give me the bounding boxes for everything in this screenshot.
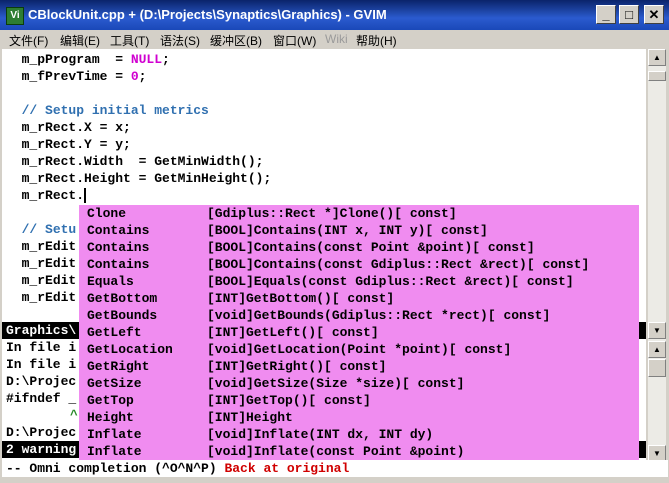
completion-item[interactable]: Contains [BOOL]Contains(const Gdiplus::Re…	[79, 256, 639, 273]
output-line: In file i	[6, 340, 77, 355]
code-line: m_rEdit	[21, 256, 77, 271]
menu-help[interactable]: 帮助(H)	[356, 32, 397, 49]
minimize-button[interactable]: _	[596, 5, 616, 24]
maximize-button[interactable]: □	[619, 5, 639, 24]
omni-completion-popup[interactable]: Clone [Gdiplus::Rect *]Clone()[ const] Co…	[79, 205, 639, 462]
menu-edit[interactable]: 编辑(E)	[60, 32, 100, 49]
scroll-up-arrow-icon[interactable]: ▲	[648, 341, 666, 358]
vertical-scrollbar[interactable]: ▲ ▼ ▲ ▼	[648, 49, 666, 462]
output-caret: ^	[70, 408, 78, 423]
command-line: -- Omni completion (^O^N^P) Back at orig…	[2, 460, 668, 477]
code-line: m_rEdit	[21, 239, 77, 254]
text-cursor	[84, 188, 87, 204]
menu-wiki[interactable]: Wiki	[325, 32, 348, 46]
menu-buffers[interactable]: 缓冲区(B)	[210, 32, 262, 49]
output-line: D:\Projec	[6, 425, 77, 440]
output-line: D:\Projec	[6, 374, 77, 389]
menu-syntax[interactable]: 语法(S)	[160, 32, 200, 49]
output-line: #ifndef _	[6, 391, 77, 406]
menu-window[interactable]: 窗口(W)	[273, 32, 316, 49]
code-line: m_rRect.Width = GetMinWidth();	[21, 154, 264, 169]
completion-item[interactable]: GetLeft [INT]GetLeft()[ const]	[79, 324, 639, 341]
completion-item[interactable]: GetLocation [void]GetLocation(Point *poin…	[79, 341, 639, 358]
completion-item[interactable]: GetBounds [void]GetBounds(Gdiplus::Rect *…	[79, 307, 639, 324]
code-line: m_pProgram = NULL;	[21, 52, 170, 67]
close-button[interactable]: ✕	[644, 5, 664, 24]
completion-item[interactable]: GetRight [INT]GetRight()[ const]	[79, 358, 639, 375]
completion-item[interactable]: Equals [BOOL]Equals(const Gdiplus::Rect &…	[79, 273, 639, 290]
code-line: m_rEdit	[21, 290, 77, 305]
gvim-app-icon[interactable]: Vi	[6, 7, 24, 25]
completion-item[interactable]: GetSize [void]GetSize(Size *size)[ const]	[79, 375, 639, 392]
menu-bar: 文件(F) 编辑(E) 工具(T) 语法(S) 缓冲区(B) 窗口(W) Wik…	[0, 30, 669, 48]
code-line: m_rEdit	[21, 273, 77, 288]
code-comment: // Setup initial metrics	[21, 103, 209, 118]
completion-item[interactable]: Inflate [void]Inflate(INT dx, INT dy)	[79, 426, 639, 443]
scroll-down-arrow-icon[interactable]: ▼	[648, 322, 666, 339]
menu-tools[interactable]: 工具(T)	[110, 32, 149, 49]
completion-item[interactable]: Inflate [void]Inflate(const Point &point)	[79, 443, 639, 460]
title-bar: Vi CBlockUnit.cpp + (D:\Projects\Synapti…	[0, 0, 669, 30]
completion-item[interactable]: Contains [BOOL]Contains(INT x, INT y)[ co…	[79, 222, 639, 239]
completion-item[interactable]: GetTop [INT]GetTop()[ const]	[79, 392, 639, 409]
code-comment: // Setu	[21, 222, 77, 237]
code-line: m_rRect.Y = y;	[21, 137, 131, 152]
scrollbar-thumb[interactable]	[648, 71, 666, 81]
completion-item[interactable]: Clone [Gdiplus::Rect *]Clone()[ const]	[79, 205, 639, 222]
scroll-up-arrow-icon[interactable]: ▲	[648, 49, 666, 66]
code-line: m_fPrevTime = 0;	[21, 69, 147, 84]
completion-item[interactable]: GetBottom [INT]GetBottom()[ const]	[79, 290, 639, 307]
window-title: CBlockUnit.cpp + (D:\Projects\Synaptics\…	[28, 7, 387, 22]
completion-item[interactable]: Contains [BOOL]Contains(const Point &poin…	[79, 239, 639, 256]
menu-file[interactable]: 文件(F)	[9, 32, 48, 49]
output-line: In file i	[6, 357, 77, 372]
completion-item[interactable]: Height [INT]Height	[79, 409, 639, 426]
code-line-current: m_rRect.	[21, 188, 87, 204]
code-line: m_rRect.X = x;	[21, 120, 131, 135]
code-line: m_rRect.Height = GetMinHeight();	[21, 171, 272, 186]
mode-message: -- Omni completion (^O^N^P) Back at orig…	[6, 461, 350, 476]
scrollbar-thumb[interactable]	[648, 359, 666, 377]
